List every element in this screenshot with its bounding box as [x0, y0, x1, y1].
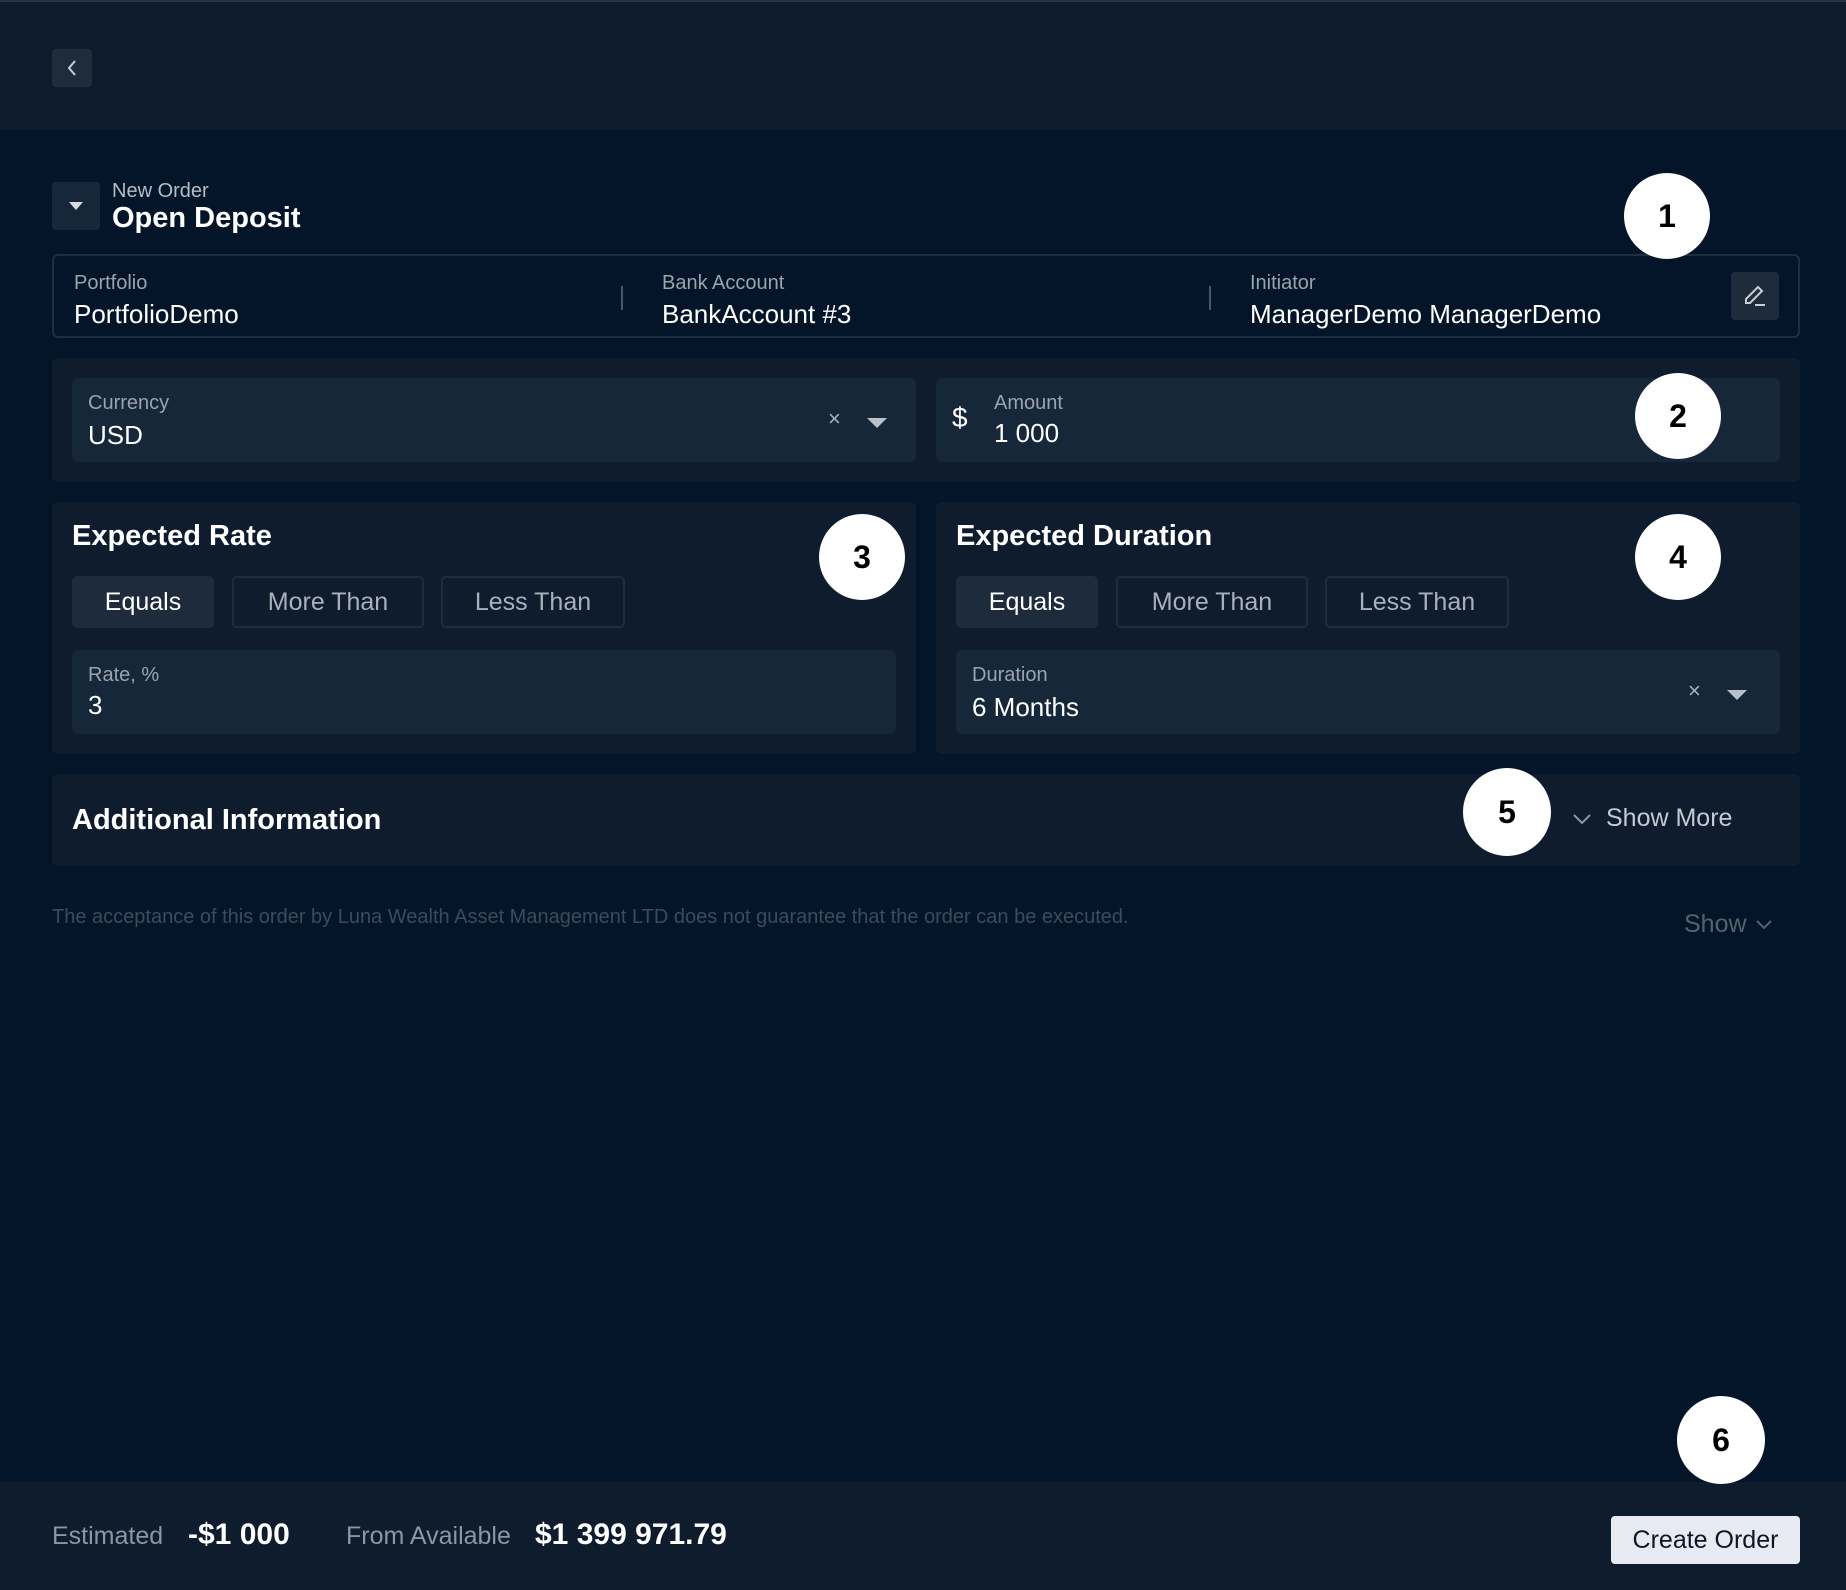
bank-account-info: Bank Account BankAccount #3 [662, 272, 851, 330]
caret-down-icon[interactable] [867, 418, 887, 428]
divider [621, 286, 623, 310]
initiator-info: Initiator ManagerDemo ManagerDemo [1250, 272, 1601, 330]
pencil-icon [1745, 285, 1765, 306]
annotation-badge: 4 [1635, 514, 1721, 600]
duration-value: 6 Months [972, 692, 1079, 722]
estimated-label: Estimated [52, 1522, 164, 1550]
rate-label: Rate, % [88, 664, 160, 686]
portfolio-value: PortfolioDemo [74, 299, 239, 329]
currency-label: Currency [88, 392, 170, 414]
duration-select[interactable]: Duration 6 Months × [956, 650, 1780, 734]
order-footer: Estimated -$1 000 From Available $1 399 … [0, 1482, 1846, 1590]
order-info-box: Portfolio PortfolioDemo Bank Account Ban… [52, 254, 1800, 338]
rate-equals-option[interactable]: Equals [72, 576, 214, 628]
expected-duration-title: Expected Duration [956, 520, 1213, 552]
disclaimer-text: The acceptance of this order by Luna Wea… [52, 906, 1129, 928]
currency-value: USD [88, 420, 143, 450]
rate-more-than-option[interactable]: More Than [232, 576, 424, 628]
rate-value: 3 [88, 690, 103, 720]
disclaimer-show-toggle[interactable]: Show [1684, 910, 1773, 939]
available-label: From Available [346, 1522, 511, 1550]
clear-icon[interactable]: × [1688, 678, 1701, 704]
amount-label: Amount [994, 392, 1063, 414]
duration-more-than-option[interactable]: More Than [1116, 576, 1308, 628]
expected-rate-panel: Expected Rate Equals More Than Less Than… [52, 502, 916, 754]
chevron-down-icon [1755, 919, 1772, 929]
clear-icon[interactable]: × [828, 406, 841, 432]
additional-info-title: Additional Information [72, 804, 382, 836]
dollar-icon: $ [952, 402, 968, 433]
annotation-badge: 1 [1624, 173, 1710, 259]
available-value: $1 399 971.79 [535, 1518, 727, 1551]
show-more-toggle[interactable]: Show More [1572, 804, 1732, 833]
back-button[interactable] [52, 49, 92, 87]
annotation-badge: 6 [1677, 1396, 1765, 1484]
currency-select[interactable]: Currency USD × [72, 378, 916, 462]
amount-value: 1 000 [994, 418, 1060, 448]
duration-less-than-option[interactable]: Less Than [1325, 576, 1509, 628]
annotation-badge: 2 [1635, 373, 1721, 459]
duration-equals-option[interactable]: Equals [956, 576, 1098, 628]
rate-input[interactable]: Rate, % 3 [72, 650, 896, 734]
create-order-button[interactable]: Create Order [1611, 1516, 1800, 1564]
bank-account-label: Bank Account [662, 272, 785, 294]
collapse-button[interactable] [52, 182, 100, 230]
annotation-badge: 5 [1463, 768, 1551, 856]
show-label: Show [1684, 910, 1747, 938]
edit-button[interactable] [1731, 272, 1779, 320]
currency-amount-panel: Currency USD × $ Amount 1 000 [52, 358, 1800, 482]
annotation-badge: 3 [819, 514, 905, 600]
bank-account-value: BankAccount #3 [662, 299, 852, 329]
duration-label: Duration [972, 664, 1048, 686]
caret-down-icon[interactable] [1727, 690, 1747, 700]
expected-rate-title: Expected Rate [72, 520, 272, 552]
initiator-label: Initiator [1250, 272, 1316, 294]
chevron-left-icon [67, 60, 76, 76]
initiator-value: ManagerDemo ManagerDemo [1250, 299, 1602, 329]
caret-down-icon [69, 202, 83, 210]
chevron-down-icon [1573, 813, 1591, 824]
estimated-value: -$1 000 [188, 1518, 290, 1551]
show-more-label: Show More [1606, 804, 1733, 832]
page-title: Open Deposit [112, 202, 301, 234]
top-bar [0, 0, 1846, 130]
portfolio-label: Portfolio [74, 272, 148, 294]
divider [1209, 286, 1211, 310]
order-page: New Order Open Deposit Portfolio Portfol… [0, 0, 1846, 1590]
portfolio-info: Portfolio PortfolioDemo [74, 272, 239, 330]
rate-less-than-option[interactable]: Less Than [441, 576, 625, 628]
header-subtitle: New Order [112, 180, 209, 202]
